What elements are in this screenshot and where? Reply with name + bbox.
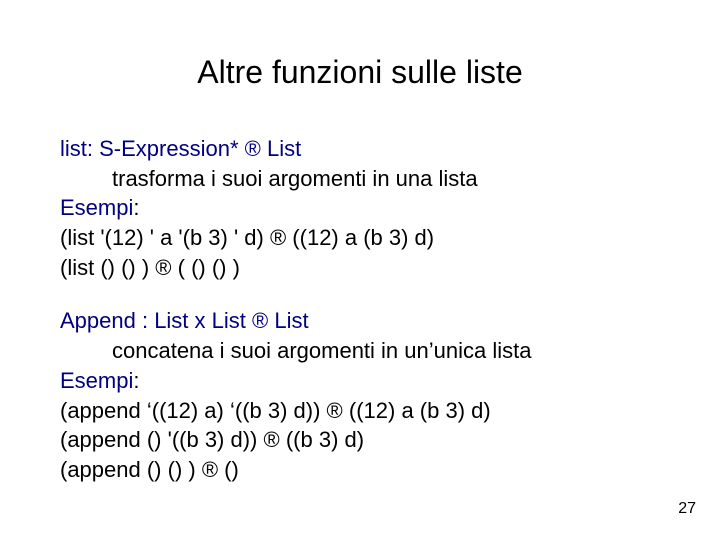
example-text: ( () () ) [172, 255, 240, 280]
esempi-label-row: Esempi: [60, 193, 660, 223]
arrow-icon: ® [202, 457, 218, 482]
append-description: concatena i suoi argomenti in un’unica l… [112, 336, 660, 366]
block-list: list: S-Expression* ® List trasforma i s… [60, 134, 660, 282]
example-text: (append () () ) [60, 457, 202, 482]
append-example-1: (append ‘((12) a) ‘((b 3) d)) ® ((12) a … [60, 396, 660, 426]
arrow-icon: ® [264, 427, 280, 452]
example-text: ((12) a (b 3) d) [343, 398, 491, 423]
example-text: () [218, 457, 239, 482]
list-example-1: (list '(12) ' a '(b 3) ' d) ® ((12) a (b… [60, 223, 660, 253]
arrow-icon: ® [327, 398, 343, 423]
page-number: 27 [678, 500, 696, 518]
append-signature: Append : List x List ® List [60, 306, 660, 336]
sig-text: Append : List x List [60, 308, 252, 333]
esempi-label: Esempi [60, 195, 133, 220]
list-example-2: (list () () ) ® ( () () ) [60, 253, 660, 283]
esempi-label: Esempi [60, 368, 133, 393]
append-example-2: (append () '((b 3) d)) ® ((b 3) d) [60, 425, 660, 455]
example-text: (append () '((b 3) d)) [60, 427, 264, 452]
example-text: ((12) a (b 3) d) [286, 225, 434, 250]
sig-text: list: S-Expression* [60, 136, 245, 161]
example-text: (list () () ) [60, 255, 155, 280]
example-text: ((b 3) d) [280, 427, 364, 452]
arrow-icon: ® [155, 255, 171, 280]
esempi-label-row: Esempi: [60, 366, 660, 396]
example-text: (list '(12) ' a '(b 3) ' d) [60, 225, 270, 250]
slide-body: list: S-Expression* ® List trasforma i s… [60, 134, 660, 509]
arrow-icon: ® [270, 225, 286, 250]
sig-text: List [268, 308, 308, 333]
sig-text: List [261, 136, 301, 161]
esempi-colon: : [133, 368, 139, 393]
slide: Altre funzioni sulle liste list: S-Expre… [0, 0, 720, 540]
block-append: Append : List x List ® List concatena i … [60, 306, 660, 484]
list-signature: list: S-Expression* ® List [60, 134, 660, 164]
list-description: trasforma i suoi argomenti in una lista [112, 164, 660, 194]
esempi-colon: : [133, 195, 139, 220]
arrow-icon: ® [245, 136, 261, 161]
slide-title: Altre funzioni sulle liste [0, 54, 720, 91]
append-example-3: (append () () ) ® () [60, 455, 660, 485]
example-text: (append ‘((12) a) ‘((b 3) d)) [60, 398, 327, 423]
arrow-icon: ® [252, 308, 268, 333]
